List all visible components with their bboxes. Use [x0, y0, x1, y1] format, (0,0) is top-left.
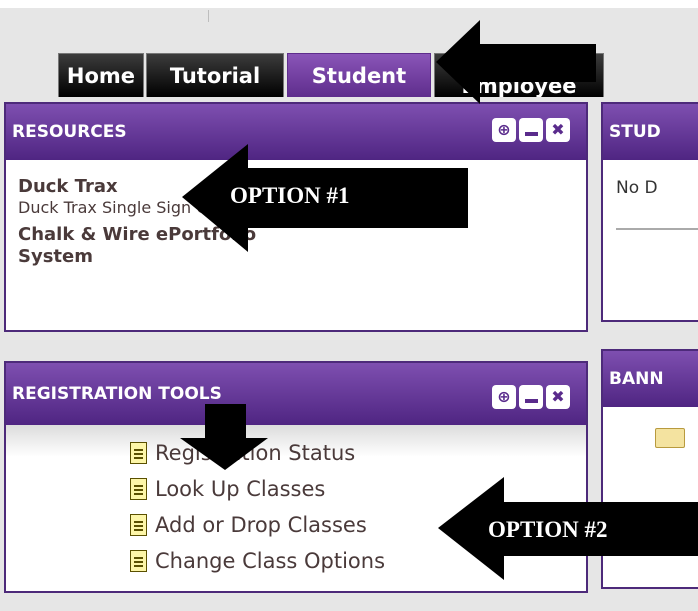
- employee-arrow: [436, 20, 596, 104]
- option1-label: OPTION #1: [230, 183, 350, 208]
- option2-label: OPTION #2: [488, 517, 608, 542]
- registration-down-arrow: [180, 404, 268, 470]
